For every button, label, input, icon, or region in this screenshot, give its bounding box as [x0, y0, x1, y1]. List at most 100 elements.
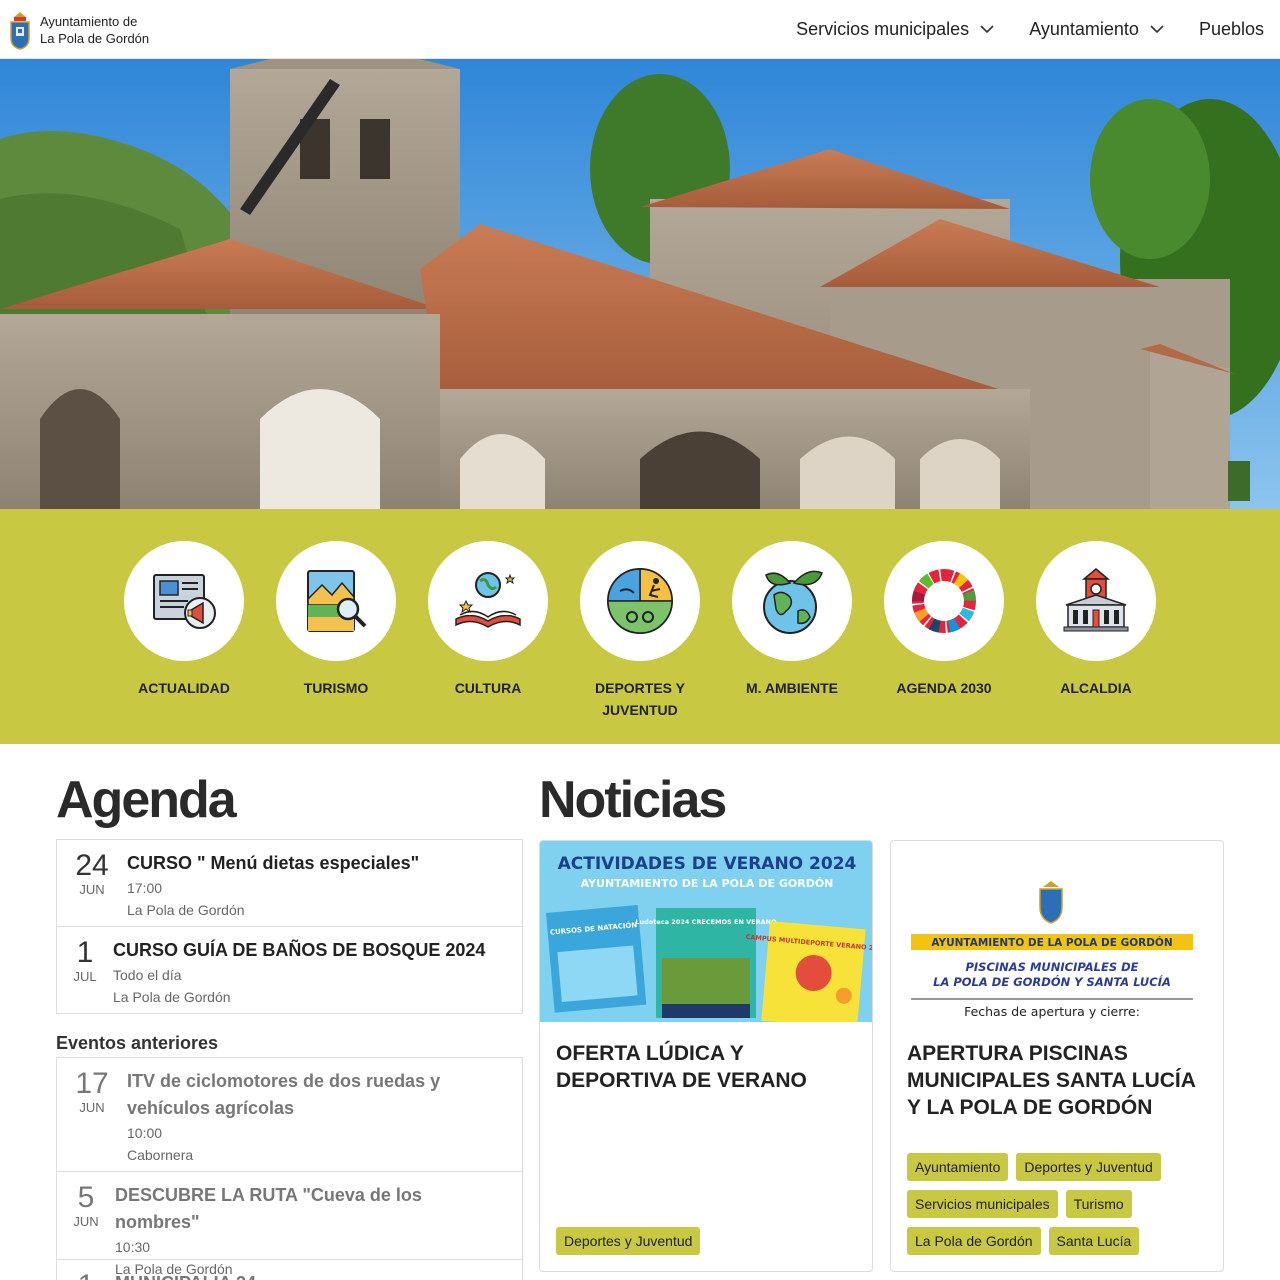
past-events-heading: Eventos anteriores [56, 1033, 219, 1053]
event-time: 10:00 [127, 1125, 163, 1141]
news-card[interactable]: AYUNTAMIENTO DE LA POLA DE GORDÓN PISCIN… [890, 840, 1224, 1272]
category-deportes-juventud[interactable]: DEPORTES Y JUVENTUD [580, 541, 700, 721]
tag[interactable]: Turismo [1065, 1190, 1132, 1218]
event-day: 24 [75, 849, 109, 882]
event-title[interactable]: ITV de ciclomotores de dos ruedas y vehí… [127, 1068, 508, 1122]
categories-band: ACTUALIDAD TURISMO CULTURA DEPORTES Y JU… [0, 509, 1280, 744]
event-day: 1 [76, 936, 94, 969]
event-date: 1 JUL [71, 937, 99, 1003]
event-item[interactable]: 24 JUN CURSO " Menú dietas especiales" 1… [56, 839, 523, 927]
news-tags: Deportes y Juventud [556, 1227, 860, 1255]
nav-pueblos[interactable]: Pueblos [1199, 19, 1264, 40]
event-title[interactable]: DESCUBRE LA RUTA "Cueva de los nombres" [115, 1182, 508, 1236]
news-image: AYUNTAMIENTO DE LA POLA DE GORDÓN PISCIN… [891, 841, 1223, 1022]
tag[interactable]: Servicios municipales [907, 1190, 1058, 1218]
poster-sub: AYUNTAMIENTO DE LA POLA DE GORDÓN [581, 877, 834, 890]
event-day: 17 [75, 1067, 109, 1100]
newspaper-megaphone-icon [153, 574, 216, 629]
event-day: 5 [77, 1181, 95, 1214]
category-circle [884, 541, 1004, 661]
category-circle [580, 541, 700, 661]
tag[interactable]: Deportes y Juventud [1016, 1153, 1161, 1181]
announcement-line-3: Fechas de apertura y cierre: [964, 1004, 1140, 1019]
category-circle [124, 541, 244, 661]
news-title[interactable]: Apertura piscinas municipales Santa Lucí… [891, 1040, 1223, 1121]
event-date: 5 JUN [71, 1182, 101, 1249]
nav-ayuntamiento[interactable]: Ayuntamiento [1029, 19, 1165, 40]
town-hall-icon [1063, 568, 1129, 632]
event-month: JUN [73, 1214, 99, 1229]
category-alcaldia[interactable]: ALCALDIA [1036, 541, 1156, 721]
triathlon-icon [607, 568, 673, 634]
brand-line-2: La Pola de Gordón [40, 31, 150, 46]
category-label: M. AMBIENTE [745, 680, 839, 696]
news-title[interactable]: Oferta lúdica y deportiva de verano [540, 1040, 872, 1094]
event-date: 17 JUN [71, 1068, 113, 1161]
category-label: ALCALDIA [1060, 680, 1132, 696]
poster-2-title: Ludoteca 2024 CRECEMOS EN VERANO [635, 918, 777, 926]
event-day: 1 [71, 1270, 101, 1280]
map-magnifier-icon [307, 570, 367, 632]
event-date: 24 JUN [71, 850, 113, 916]
category-circle [732, 541, 852, 661]
category-label: ACTUALIDAD [138, 680, 230, 696]
past-events: 17 JUN ITV de ciclomotores de dos ruedas… [56, 1057, 523, 1280]
news-card[interactable]: ACTIVIDADES DE VERANO 2024 AYUNTAMIENTO … [539, 840, 873, 1272]
event-title[interactable]: CURSO " Menú dietas especiales" [127, 850, 419, 877]
tag[interactable]: La Pola de Gordón [907, 1227, 1041, 1255]
church-photo [0, 59, 1280, 509]
category-label: CULTURA [454, 680, 522, 696]
coat-of-arms-icon [10, 12, 30, 50]
poster-headline: ACTIVIDADES DE VERANO 2024 [558, 854, 857, 874]
event-title[interactable]: CURSO GUÍA DE BAÑOS DE BOSQUE 2024 [113, 937, 485, 964]
summer-activities-poster: ACTIVIDADES DE VERANO 2024 AYUNTAMIENTO … [540, 841, 872, 1022]
site-header: Ayuntamiento de La Pola de Gordón Servic… [0, 0, 1280, 59]
tag[interactable]: Santa Lucía [1048, 1227, 1140, 1255]
category-cultura[interactable]: CULTURA [428, 541, 548, 721]
nav-label: Pueblos [1198, 18, 1264, 39]
category-circle [276, 541, 396, 661]
chevron-down-icon [980, 25, 994, 34]
tag[interactable]: Deportes y Juventud [556, 1227, 701, 1255]
news-tags: Ayuntamiento Deportes y Juventud Servici… [907, 1153, 1211, 1255]
category-label: AGENDA 2030 [896, 680, 992, 696]
news-image: ACTIVIDADES DE VERANO 2024 AYUNTAMIENTO … [540, 841, 872, 1022]
announcement-line-2: LA POLA DE GORDÓN Y SANTA LUCÍA [933, 974, 1171, 989]
event-month: JUN [79, 1100, 105, 1115]
announcement-line-1: PISCINAS MUNICIPALES DE [965, 960, 1138, 974]
event-place: Cabornera [127, 1147, 194, 1163]
category-medio-ambiente[interactable]: M. AMBIENTE [732, 541, 852, 721]
pools-announcement: AYUNTAMIENTO DE LA POLA DE GORDÓN PISCIN… [891, 841, 1223, 1022]
event-time: 17:00 [127, 880, 163, 896]
event-item[interactable]: 5 JUN DESCUBRE LA RUTA "Cueva de los nom… [56, 1171, 523, 1277]
event-month: JUN [79, 882, 105, 897]
nav-label: Servicios municipales [796, 18, 970, 39]
event-item[interactable]: 1 JUL CURSO GUÍA DE BAÑOS DE BOSQUE 2024… [56, 926, 523, 1014]
category-agenda-2030[interactable]: AGENDA 2030 [884, 541, 1004, 721]
earth-leaves-icon [763, 570, 823, 634]
brand-line-1: Ayuntamiento de [40, 14, 138, 29]
category-label: DEPORTES Y JUVENTUD [595, 680, 685, 718]
nav-label: Ayuntamiento [1029, 18, 1139, 39]
category-actualidad[interactable]: ACTUALIDAD [124, 541, 244, 721]
home-link[interactable]: Ayuntamiento de La Pola de Gordón [8, 10, 149, 50]
category-turismo[interactable]: TURISMO [276, 541, 396, 721]
event-item[interactable]: 17 JUN ITV de ciclomotores de dos ruedas… [56, 1057, 523, 1172]
upcoming-events: 24 JUN CURSO " Menú dietas especiales" 1… [56, 839, 523, 1014]
event-time: Todo el día [113, 967, 182, 983]
open-book-globe-icon [455, 572, 521, 628]
agenda-heading: Agenda [56, 771, 237, 829]
nav-servicios-municipales[interactable]: Servicios municipales [796, 19, 995, 40]
category-circle [428, 541, 548, 661]
event-place: La Pola de Gordón [127, 902, 245, 918]
banner-text: AYUNTAMIENTO DE LA POLA DE GORDÓN [931, 936, 1172, 949]
chevron-down-icon [1150, 25, 1164, 34]
sdg-wheel-icon [912, 569, 976, 633]
event-place: La Pola de Gordón [113, 989, 231, 1005]
category-label: TURISMO [303, 680, 369, 696]
category-circle [1036, 541, 1156, 661]
event-date: 1 [71, 1270, 101, 1280]
tag[interactable]: Ayuntamiento [907, 1153, 1009, 1181]
event-title[interactable]: MUNICIPALIA 24 [115, 1270, 256, 1280]
main-nav: Servicios municipales Ayuntamiento Puebl… [796, 0, 1264, 58]
